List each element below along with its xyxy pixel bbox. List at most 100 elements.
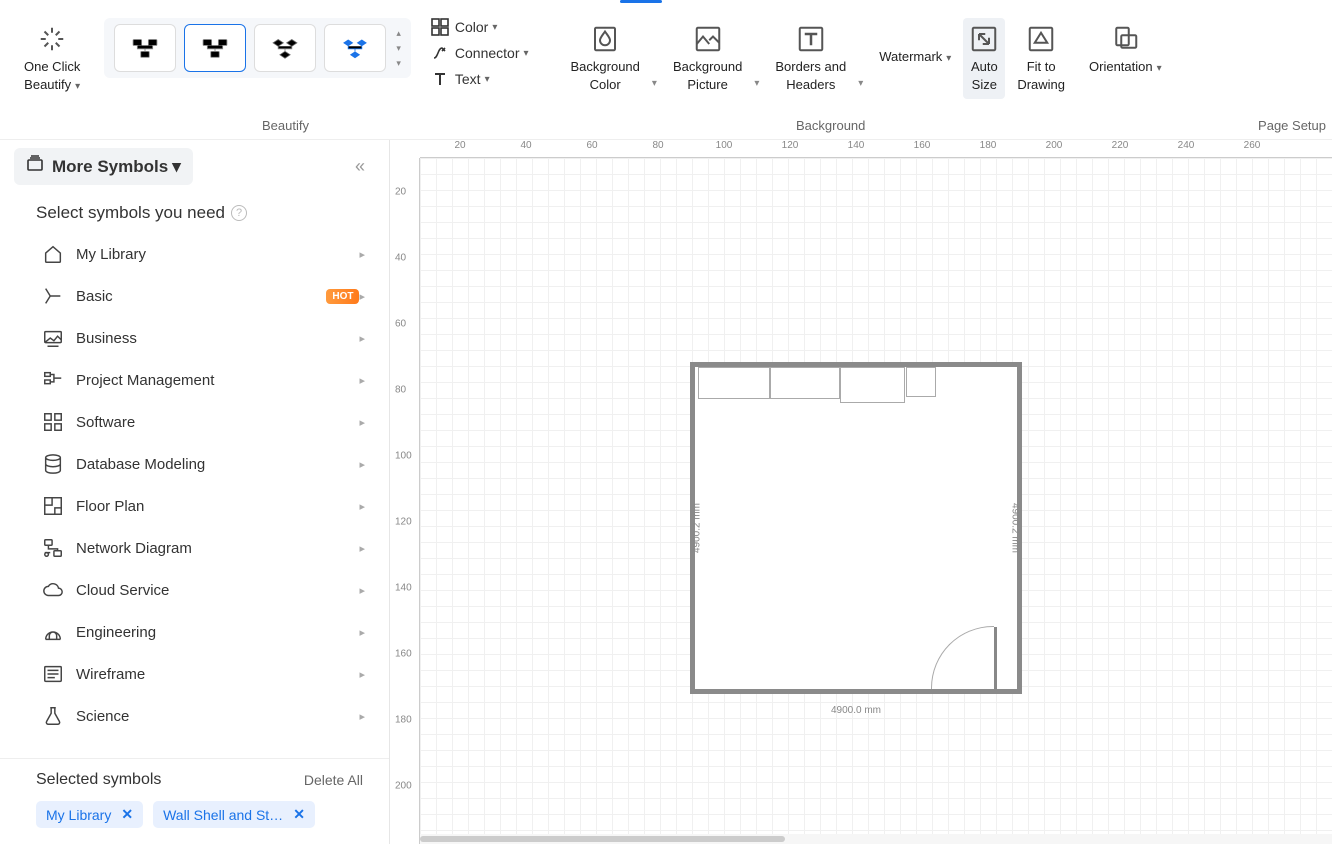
chip-remove-icon[interactable]: ✕ [121,806,133,823]
label: Connector [455,45,520,61]
category-label: Engineering [76,624,359,641]
fit-to-drawing-button[interactable]: Fit to Drawing [1011,18,1071,99]
style-thumb-2[interactable] [184,24,246,72]
category-science[interactable]: Science▸ [36,695,371,737]
bg-picture-dropdown[interactable]: ▾ [754,78,763,99]
borders-headers-button[interactable]: Borders and Headers [769,18,852,99]
orientation-button[interactable]: Orientation [1083,18,1168,82]
category-label: Software [76,414,359,431]
category-network-diagram[interactable]: Network Diagram▸ [36,527,371,569]
background-picture-button[interactable]: Background Picture [667,18,748,99]
library-stack-icon [26,155,44,178]
chevron-right-icon: ▸ [359,710,365,723]
image-icon [693,24,723,54]
format-inline-options: Color Connector Text [431,18,529,88]
category-icon [42,243,64,265]
orientation-icon [1110,24,1140,54]
help-icon[interactable]: ? [231,205,247,221]
label: One Click Beautify [24,58,80,93]
chevron-right-icon: ▸ [359,584,365,597]
border-text-icon [796,24,826,54]
category-my-library[interactable]: My Library▸ [36,233,371,275]
chevron-right-icon: ▸ [359,626,365,639]
cabinet-2[interactable] [770,367,840,399]
background-color-button[interactable]: Background Color [565,18,646,99]
more-symbols-button[interactable]: More Symbols▾ [14,148,193,185]
category-label: Business [76,330,359,347]
category-icon [42,621,64,643]
category-wireframe[interactable]: Wireframe▸ [36,653,371,695]
category-engineering[interactable]: Engineering▸ [36,611,371,653]
auto-size-button[interactable]: Auto Size [963,18,1005,99]
category-project-management[interactable]: Project Management▸ [36,359,371,401]
select-symbols-title: Select symbols you need ? [0,193,389,233]
gallery-more-icon[interactable]: ▾ [392,56,405,71]
chevron-right-icon: ▸ [359,500,365,513]
label: More Symbols [52,157,168,177]
sidebar-collapse-icon[interactable]: « [355,156,375,177]
one-click-beautify-button[interactable]: One Click Beautify [14,18,90,99]
label: Auto Size [971,58,998,93]
style-thumb-1[interactable] [114,24,176,72]
canvas-area[interactable]: 20406080100120140160180200220240260 2040… [390,140,1332,844]
dimension-left: 4900.2 mm [692,503,703,553]
chevron-right-icon: ▸ [359,248,365,261]
cabinet-4[interactable] [906,367,936,397]
bg-color-dropdown[interactable]: ▾ [652,78,661,99]
watermark-button[interactable]: Watermark [873,18,957,96]
category-software[interactable]: Software▸ [36,401,371,443]
selected-chips: My Library✕Wall Shell and St…✕ [36,801,363,828]
sparkle-icon [37,24,67,54]
chevron-right-icon: ▸ [359,374,365,387]
category-basic[interactable]: BasicHOT▸ [36,275,371,317]
door-swing[interactable] [935,627,997,689]
cabinet-3[interactable] [840,367,905,403]
style-thumb-4[interactable] [324,24,386,72]
category-icon [42,705,64,727]
text-menu[interactable]: Text [431,70,529,88]
chip-remove-icon[interactable]: ✕ [293,806,305,823]
connector-icon [431,44,449,62]
selected-symbols-title: Selected symbols [36,771,161,789]
ruler-horizontal: 20406080100120140160180200220240260 [420,140,1332,158]
chevron-right-icon: ▸ [359,290,365,303]
category-list: My Library▸BasicHOT▸Business▸Project Man… [0,233,389,758]
dimension-bottom: 4900.0 mm [831,705,881,716]
selected-chip[interactable]: Wall Shell and St…✕ [153,801,315,828]
label: Background Picture [673,58,742,93]
style-thumb-3[interactable] [254,24,316,72]
category-business[interactable]: Business▸ [36,317,371,359]
color-menu[interactable]: Color [431,18,529,36]
chevron-right-icon: ▸ [359,668,365,681]
category-database-modeling[interactable]: Database Modeling▸ [36,443,371,485]
chevron-right-icon: ▸ [359,542,365,555]
category-floor-plan[interactable]: Floor Plan▸ [36,485,371,527]
category-icon [42,285,64,307]
category-label: Project Management [76,372,359,389]
category-icon [42,579,64,601]
category-icon [42,369,64,391]
chip-label: My Library [46,807,111,823]
selected-chip[interactable]: My Library ✕ [36,801,143,828]
label: Borders and Headers [775,58,846,93]
category-icon [42,537,64,559]
category-icon [42,327,64,349]
category-icon [42,495,64,517]
category-cloud-service[interactable]: Cloud Service▸ [36,569,371,611]
category-icon [42,663,64,685]
category-icon [42,411,64,433]
gallery-down-icon[interactable]: ▾ [392,41,405,56]
symbols-sidebar: More Symbols▾ « Select symbols you need … [0,140,390,844]
borders-dropdown[interactable]: ▾ [858,78,867,99]
horizontal-scrollbar[interactable] [420,834,1332,844]
section-label-beautify: Beautify [262,118,309,133]
chevron-right-icon: ▸ [359,458,365,471]
delete-all-button[interactable]: Delete All [304,772,363,788]
floorplan-drawing[interactable]: 4900.0 mm 4900.2 mm 4900.2 mm [690,362,1022,694]
connector-menu[interactable]: Connector [431,44,529,62]
gallery-up-icon[interactable]: ▴ [392,26,405,41]
category-label: Basic [76,288,318,305]
scrollbar-thumb[interactable] [420,836,785,842]
category-label: Database Modeling [76,456,359,473]
cabinet-1[interactable] [698,367,770,399]
